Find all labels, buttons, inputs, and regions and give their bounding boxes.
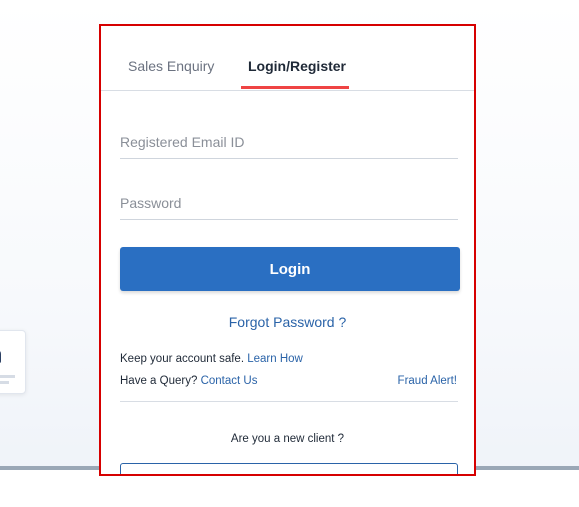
tab-sales-enquiry[interactable]: Sales Enquiry <box>128 58 214 74</box>
tab-login-register[interactable]: Login/Register <box>248 58 346 74</box>
divider <box>120 401 458 402</box>
query-row: Have a Query? Contact Us <box>120 375 257 387</box>
active-tab-indicator <box>241 86 349 89</box>
contact-us-link[interactable]: Contact Us <box>201 375 258 387</box>
side-notification-widget[interactable] <box>0 330 26 394</box>
learn-how-link[interactable]: Learn How <box>247 353 303 365</box>
account-safety-row: Keep your account safe. Learn How <box>120 353 303 365</box>
widget-line <box>0 375 15 378</box>
keep-safe-text: Keep your account safe. <box>120 353 245 365</box>
password-field[interactable] <box>120 187 458 220</box>
query-text: Have a Query? <box>120 375 198 387</box>
forgot-password-link[interactable]: Forgot Password ? <box>101 314 474 330</box>
tab-bar: Sales Enquiry Login/Register <box>101 26 474 91</box>
email-field[interactable] <box>120 126 458 159</box>
login-button[interactable]: Login <box>120 247 460 291</box>
bell-icon <box>0 349 1 363</box>
fraud-alert-link[interactable]: Fraud Alert! <box>398 375 457 387</box>
login-panel: Sales Enquiry Login/Register Login Forgo… <box>99 24 476 476</box>
new-client-text: Are you a new client ? <box>230 433 345 445</box>
widget-line <box>0 381 9 384</box>
register-button[interactable] <box>120 463 458 474</box>
